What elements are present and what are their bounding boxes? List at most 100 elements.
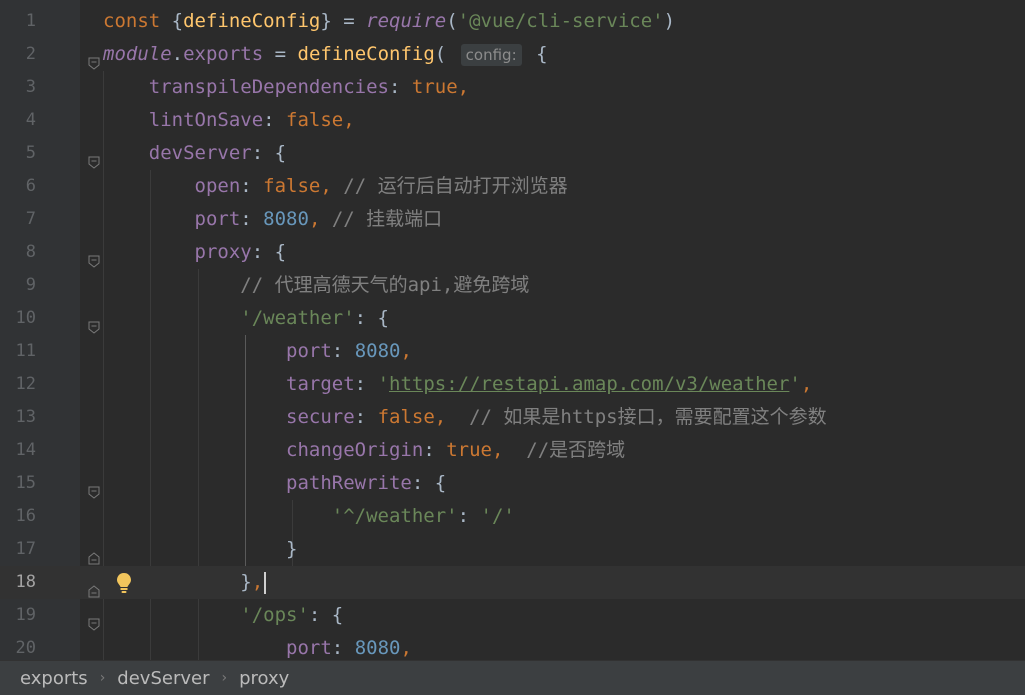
fold-marker-icon[interactable] [88, 147, 100, 169]
code-token: https://restapi.amap.com/v3/weather [389, 373, 790, 395]
fold-marker-icon[interactable] [88, 246, 100, 268]
code-line[interactable]: 10 '/weather': { [0, 302, 1025, 335]
code-token: , [308, 208, 321, 230]
line-number: 11 [15, 341, 36, 361]
code-text: module.exports = defineConfig( config: { [103, 38, 548, 71]
line-number: 19 [15, 605, 36, 625]
code-text: port: 8080, [103, 632, 412, 660]
code-line[interactable]: 4 lintOnSave: false, [0, 104, 1025, 137]
code-text: devServer: { [103, 137, 286, 170]
code-token: // 如果是https接口，需要配置这个参数 [446, 406, 827, 428]
code-token: : [457, 505, 481, 527]
code-line[interactable]: 7 port: 8080, // 挂载端口 [0, 203, 1025, 236]
code-text: }, [103, 566, 263, 599]
breadcrumb-item-exports[interactable]: exports [20, 668, 88, 689]
code-text: open: false, // 运行后自动打开浏览器 [103, 170, 568, 203]
code-line[interactable]: 1 const {defineConfig} = require('@vue/cl… [0, 5, 1025, 38]
code-line[interactable]: 16 '^/weather': '/' [0, 500, 1025, 533]
code-text: changeOrigin: true, //是否跨域 [103, 434, 625, 467]
code-editor[interactable]: 1 const {defineConfig} = require('@vue/cl… [0, 0, 1025, 660]
code-line[interactable]: 12 target: 'https://restapi.amap.com/v3/… [0, 368, 1025, 401]
code-token: port [194, 208, 241, 230]
code-token: ) [663, 10, 676, 32]
code-line[interactable]: 3 transpileDependencies: true, [0, 71, 1025, 104]
code-token: secure [286, 406, 355, 428]
code-token: defineConfig [297, 43, 435, 65]
fold-marker-icon[interactable] [88, 477, 100, 499]
code-token: port [286, 340, 332, 362]
line-number: 1 [25, 11, 36, 31]
line-number: 20 [15, 638, 36, 658]
code-token: const [103, 10, 172, 32]
code-text: // 代理高德天气的api,避免跨域 [103, 269, 529, 302]
code-token: pathRewrite [286, 472, 412, 494]
fold-marker-icon[interactable] [88, 48, 100, 70]
code-token: ' [789, 373, 801, 395]
code-line[interactable]: 17 } [0, 533, 1025, 566]
code-text: '^/weather': '/' [103, 500, 515, 533]
code-token: //是否跨域 [503, 439, 626, 461]
code-token: '@vue/cli-service' [457, 10, 664, 32]
chevron-right-icon: › [99, 670, 106, 686]
code-text: transpileDependencies: true, [103, 71, 469, 104]
code-line[interactable]: 18 }, [0, 566, 1025, 599]
code-token: 8080 [354, 637, 401, 659]
code-token: = [263, 43, 298, 65]
line-number: 2 [25, 44, 36, 64]
code-line[interactable]: 20 port: 8080, [0, 632, 1025, 660]
code-text: pathRewrite: { [103, 467, 446, 500]
fold-marker-icon[interactable] [88, 576, 100, 598]
code-token: '/' [480, 505, 515, 527]
breadcrumb-item-devserver[interactable]: devServer [117, 668, 209, 689]
fold-marker-icon[interactable] [88, 543, 100, 565]
code-line[interactable]: 6 open: false, // 运行后自动打开浏览器 [0, 170, 1025, 203]
text-caret [264, 572, 267, 594]
code-line[interactable]: 8 proxy: { [0, 236, 1025, 269]
code-line[interactable]: 11 port: 8080, [0, 335, 1025, 368]
code-token: devServer [148, 142, 252, 164]
code-token: } = [320, 10, 367, 32]
code-token: 8080 [354, 340, 401, 362]
code-line[interactable]: 2 module.exports = defineConfig( config: … [0, 38, 1025, 71]
code-token: : { [251, 142, 287, 164]
code-token: '/weather' [240, 307, 355, 329]
code-text: port: 8080, // 挂载端口 [103, 203, 443, 236]
code-token: '^/weather' [331, 505, 458, 527]
code-token: module [103, 43, 172, 65]
line-number: 12 [15, 374, 36, 394]
code-line[interactable]: 15 pathRewrite: { [0, 467, 1025, 500]
code-text: lintOnSave: false, [103, 104, 355, 137]
fold-marker-icon[interactable] [88, 312, 100, 334]
fold-marker-icon[interactable] [88, 609, 100, 631]
line-number: 7 [25, 209, 36, 229]
code-token: , [400, 637, 412, 659]
code-token: port [286, 637, 332, 659]
breadcrumb-item-proxy[interactable]: proxy [239, 668, 289, 689]
code-line[interactable]: 19 '/ops': { [0, 599, 1025, 632]
code-token: . [171, 43, 184, 65]
code-line[interactable]: 9 // 代理高德天气的api,避免跨域 [0, 269, 1025, 302]
code-token: } [240, 571, 252, 593]
line-number: 9 [25, 275, 36, 295]
code-line[interactable]: 5 devServer: { [0, 137, 1025, 170]
code-token: : [354, 373, 378, 395]
code-token: ( [446, 10, 458, 32]
code-text: '/ops': { [103, 599, 343, 632]
code-text: '/weather': { [103, 302, 389, 335]
code-token: false, [286, 109, 355, 131]
code-line[interactable]: 13 secure: false, // 如果是https接口，需要配置这个参数 [0, 401, 1025, 434]
code-token: false, [377, 406, 447, 428]
code-token: lintOnSave [148, 109, 264, 131]
code-token: : [423, 439, 447, 461]
code-token: : { [251, 241, 287, 263]
code-token: : { [308, 604, 344, 626]
code-line[interactable]: 14 changeOrigin: true, //是否跨域 [0, 434, 1025, 467]
